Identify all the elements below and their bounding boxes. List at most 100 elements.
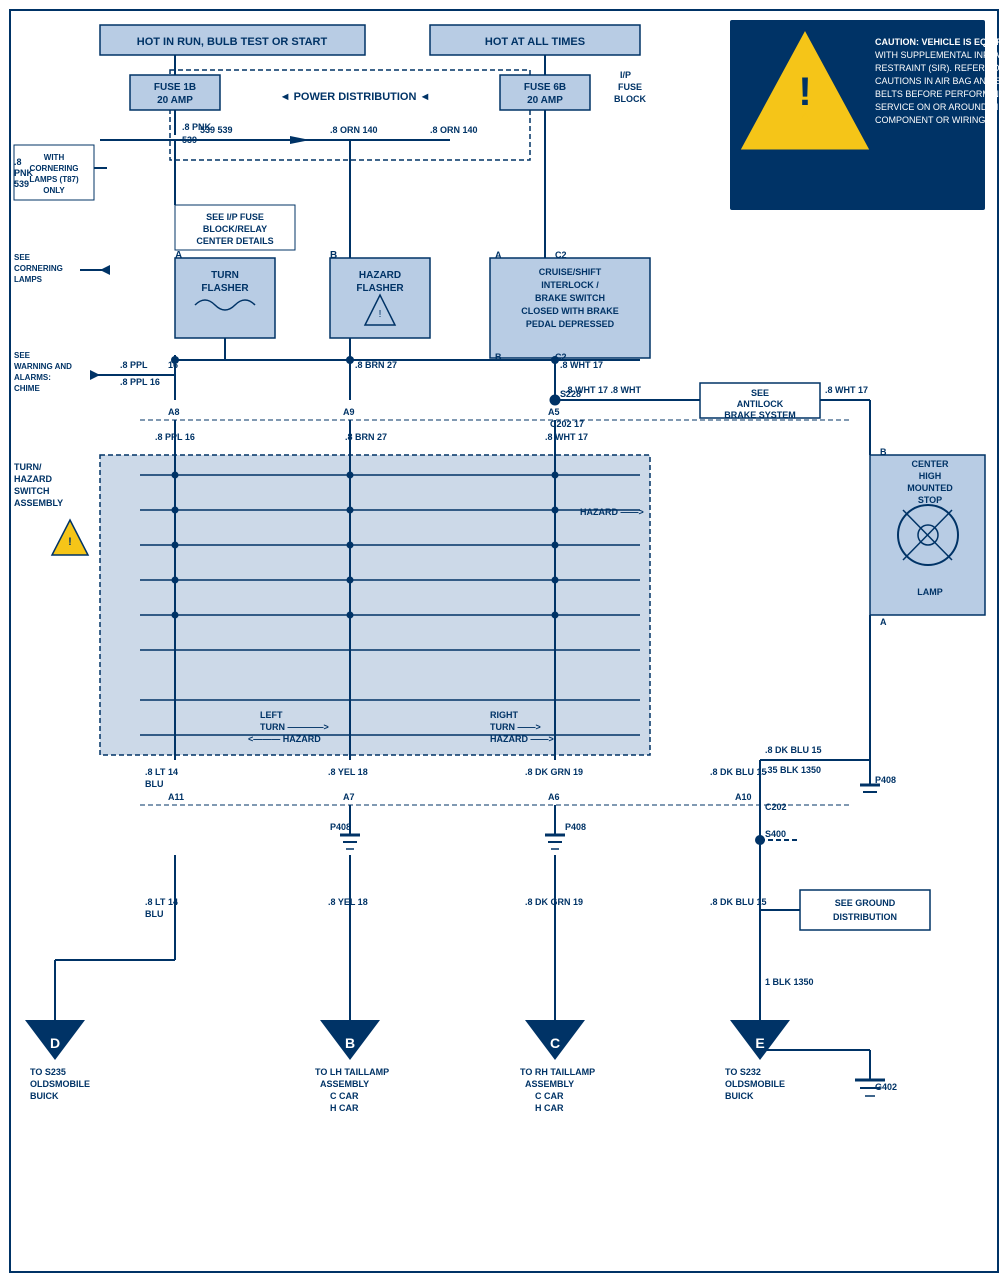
svg-text:SEE: SEE: [14, 253, 31, 262]
svg-text:<——— HAZARD: <——— HAZARD: [248, 734, 321, 744]
svg-text:FUSE 1B: FUSE 1B: [154, 82, 196, 93]
svg-text:HAZARD: HAZARD: [359, 270, 401, 281]
svg-text:!: !: [379, 309, 382, 320]
svg-text:C202: C202: [765, 802, 787, 812]
svg-text:.8 YEL 18: .8 YEL 18: [328, 767, 368, 777]
svg-text:A: A: [175, 250, 182, 261]
svg-text:STOP: STOP: [918, 495, 942, 505]
svg-text:H CAR: H CAR: [535, 1103, 564, 1113]
svg-text:.8 BRN 27: .8 BRN 27: [345, 432, 387, 442]
svg-text:DISTRIBUTION: DISTRIBUTION: [833, 912, 897, 922]
svg-text:CRUISE/SHIFT: CRUISE/SHIFT: [539, 267, 602, 277]
svg-text:539 539: 539 539: [200, 125, 233, 135]
svg-text:S400: S400: [765, 829, 786, 839]
svg-text:CHIME: CHIME: [14, 384, 40, 393]
svg-text:BUICK: BUICK: [30, 1091, 59, 1101]
svg-text:RESTRAINT (SIR). REFER TO: RESTRAINT (SIR). REFER TO: [875, 63, 1000, 73]
svg-text:LAMPS (T87): LAMPS (T87): [29, 175, 79, 184]
svg-text:SEE I/P FUSE: SEE I/P FUSE: [206, 212, 264, 222]
svg-text:SERVICE ON OR AROUND SIR: SERVICE ON OR AROUND SIR: [875, 102, 1005, 112]
svg-text:C: C: [550, 1035, 560, 1051]
svg-text:◄ POWER DISTRIBUTION ◄: ◄ POWER DISTRIBUTION ◄: [280, 91, 431, 103]
svg-text:SWITCH: SWITCH: [14, 486, 50, 496]
svg-text:SEE GROUND: SEE GROUND: [835, 898, 896, 908]
svg-text:RIGHT: RIGHT: [490, 710, 519, 720]
svg-text:ASSEMBLY: ASSEMBLY: [14, 498, 63, 508]
svg-text:TO RH TAILLAMP: TO RH TAILLAMP: [520, 1067, 595, 1077]
svg-text:PNK: PNK: [14, 168, 34, 178]
svg-text:TURN/: TURN/: [14, 462, 42, 472]
svg-text:.8 YEL 18: .8 YEL 18: [328, 897, 368, 907]
svg-text:.8 ORN 140: .8 ORN 140: [430, 125, 478, 135]
wiring-diagram: ! ⚠ CAUTION: VEHICLE IS EQUIPPED WITH SU…: [0, 0, 1008, 1282]
svg-text:CENTER: CENTER: [911, 459, 949, 469]
svg-text:HAZARD ——>: HAZARD ——>: [490, 734, 554, 744]
svg-text:H CAR: H CAR: [330, 1103, 359, 1113]
svg-text:20 AMP: 20 AMP: [157, 95, 193, 106]
svg-text:A9: A9: [343, 407, 355, 417]
svg-text:HAZARD: HAZARD: [14, 474, 52, 484]
svg-text:.8 DK BLU 15: .8 DK BLU 15: [710, 897, 767, 907]
svg-text:LAMP: LAMP: [917, 587, 943, 597]
svg-text:B: B: [880, 447, 887, 457]
svg-text:G402: G402: [875, 1082, 897, 1092]
svg-text:.8 LT: .8 LT: [145, 897, 166, 907]
svg-text:.8 BRN 27: .8 BRN 27: [355, 360, 397, 370]
svg-text:A: A: [880, 617, 887, 627]
svg-text:BLU: BLU: [145, 779, 164, 789]
svg-text:OLDSMOBILE: OLDSMOBILE: [725, 1079, 785, 1089]
svg-text:OLDSMOBILE: OLDSMOBILE: [30, 1079, 90, 1089]
svg-text:!: !: [68, 536, 72, 548]
svg-text:ONLY: ONLY: [43, 186, 65, 195]
svg-text:!: !: [798, 70, 811, 114]
svg-text:P408: P408: [875, 775, 896, 785]
svg-text:WARNING AND: WARNING AND: [14, 362, 72, 371]
svg-text:SEE: SEE: [751, 388, 769, 398]
svg-text:LEFT: LEFT: [260, 710, 283, 720]
svg-text:.8 DK GRN 19: .8 DK GRN 19: [525, 897, 583, 907]
svg-text:CORNERING: CORNERING: [14, 264, 63, 273]
svg-text:PEDAL DEPRESSED: PEDAL DEPRESSED: [526, 319, 615, 329]
svg-text:HOT AT ALL TIMES: HOT AT ALL TIMES: [485, 36, 585, 48]
svg-text:ASSEMBLY: ASSEMBLY: [525, 1079, 574, 1089]
svg-text:TO LH TAILLAMP: TO LH TAILLAMP: [315, 1067, 389, 1077]
svg-text:.8 DK BLU 15: .8 DK BLU 15: [765, 745, 822, 755]
svg-text:TO S235: TO S235: [30, 1067, 66, 1077]
svg-text:.8 WHT 17: .8 WHT 17: [825, 385, 868, 395]
svg-text:C CAR: C CAR: [330, 1091, 359, 1101]
svg-text:.35 BLK 1350: .35 BLK 1350: [765, 765, 821, 775]
svg-text:1 BLK 1350: 1 BLK 1350: [765, 977, 814, 987]
svg-text:A10: A10: [735, 792, 752, 802]
svg-text:BRAKE SWITCH: BRAKE SWITCH: [535, 293, 605, 303]
svg-text:.8 WHT 17: .8 WHT 17: [560, 360, 603, 370]
svg-text:20 AMP: 20 AMP: [527, 95, 563, 106]
svg-text:.8 DK BLU 15: .8 DK BLU 15: [710, 767, 767, 777]
svg-text:C CAR: C CAR: [535, 1091, 564, 1101]
svg-text:FUSE: FUSE: [618, 82, 642, 92]
svg-text:WITH: WITH: [44, 153, 65, 162]
svg-text:HAZARD ——>: HAZARD ——>: [580, 507, 644, 517]
svg-text:A7: A7: [343, 792, 355, 802]
svg-text:P408: P408: [330, 822, 351, 832]
svg-text:INTERLOCK /: INTERLOCK /: [541, 280, 599, 290]
svg-text:HOT IN RUN, BULB TEST OR START: HOT IN RUN, BULB TEST OR START: [137, 36, 328, 48]
svg-text:LAMPS: LAMPS: [14, 275, 43, 284]
svg-text:TURN: TURN: [211, 270, 239, 281]
svg-text:MOUNTED: MOUNTED: [907, 483, 953, 493]
svg-text:ASSEMBLY: ASSEMBLY: [320, 1079, 369, 1089]
svg-text:ANTILOCK: ANTILOCK: [737, 399, 784, 409]
svg-text:.8 ORN 140: .8 ORN 140: [330, 125, 378, 135]
svg-text:P408: P408: [565, 822, 586, 832]
svg-text:ALARMS:: ALARMS:: [14, 373, 51, 382]
svg-text:BLU: BLU: [145, 909, 164, 919]
svg-text:CLOSED WITH BRAKE: CLOSED WITH BRAKE: [521, 306, 619, 316]
svg-text:B: B: [330, 250, 337, 261]
svg-text:14: 14: [168, 897, 178, 907]
svg-text:TURN ————>: TURN ————>: [260, 722, 329, 732]
svg-text:FLASHER: FLASHER: [201, 283, 249, 294]
svg-text:E: E: [755, 1035, 764, 1051]
svg-text:C2: C2: [555, 250, 567, 260]
svg-text:I/P: I/P: [620, 70, 631, 80]
svg-text:TURN ——>: TURN ——>: [490, 722, 541, 732]
svg-text:.8 PPL 16: .8 PPL 16: [120, 377, 160, 387]
